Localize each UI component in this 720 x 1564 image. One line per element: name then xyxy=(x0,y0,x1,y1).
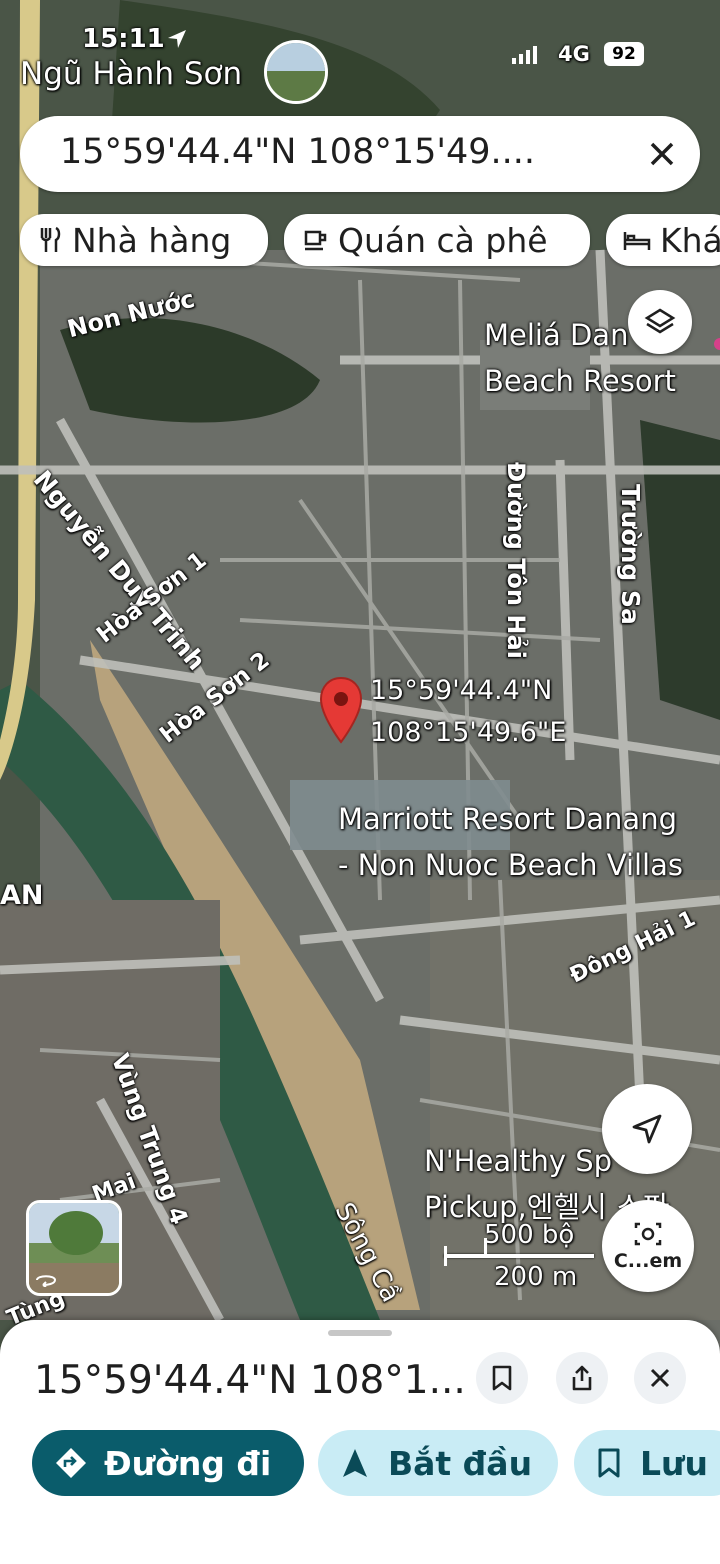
map-label-an: AN xyxy=(0,880,44,911)
avatar-sky xyxy=(267,43,325,71)
coffee-icon xyxy=(304,230,327,251)
pin-coordinates-label: 15°59'44.4"N 108°15'49.6"E xyxy=(370,670,566,754)
share-button[interactable] xyxy=(556,1352,608,1404)
account-avatar[interactable] xyxy=(264,40,328,104)
hotel-icon xyxy=(623,232,651,250)
map-label-marriott: Marriott Resort Danang - Non Nuoc Beach … xyxy=(338,796,683,888)
directions-label: Đường đi xyxy=(104,1443,272,1483)
chip-coffee-label: Quán cà phê xyxy=(338,220,548,260)
scale-metric: 200 m xyxy=(494,1262,578,1292)
map-label-truong-sa: Trường Sa xyxy=(616,484,645,625)
camera-search-button[interactable]: C...em xyxy=(602,1200,694,1292)
chip-coffee[interactable]: Quán cà phê xyxy=(284,214,590,266)
layers-button[interactable] xyxy=(628,290,692,354)
status-bar: 15:11 4G 92 xyxy=(0,0,720,66)
chip-hotel[interactable]: Khá xyxy=(606,214,720,266)
network-type: 4G xyxy=(558,42,590,66)
layers-indicator-dot xyxy=(714,338,720,350)
thumbnail-tree xyxy=(49,1211,103,1255)
share-icon xyxy=(572,1365,592,1391)
navigation-arrow-icon xyxy=(632,1114,662,1144)
search-bar[interactable]: 15°59'44.4"N 108°15'49.... xyxy=(20,116,700,192)
start-label: Bắt đầu xyxy=(388,1443,533,1483)
search-input[interactable]: 15°59'44.4"N 108°15'49.... xyxy=(60,132,535,172)
map-label-duong-ton-hai: Đường Tôn Hải xyxy=(502,462,530,659)
bookmark-icon xyxy=(492,1365,512,1391)
bookmark-icon xyxy=(598,1448,620,1478)
sheet-title: 15°59'44.4"N 108°1... xyxy=(34,1358,466,1403)
place-header-title: Ngũ Hành Sơn xyxy=(20,56,243,92)
scale-imperial: 500 bộ xyxy=(484,1220,575,1250)
save-place-button[interactable] xyxy=(476,1352,528,1404)
camera-search-label: C...em xyxy=(613,1250,683,1272)
chip-hotel-label: Khá xyxy=(660,220,720,260)
marriott-line-2: - Non Nuoc Beach Villas xyxy=(338,848,683,882)
restaurant-icon xyxy=(40,226,61,252)
signal-icon xyxy=(512,46,537,64)
pin-lng: 108°15'49.6"E xyxy=(370,717,567,748)
navigation-start-icon xyxy=(343,1449,367,1477)
avatar-ground xyxy=(267,71,325,101)
map-pin-icon xyxy=(319,676,363,744)
close-sheet-button[interactable] xyxy=(634,1352,686,1404)
directions-button[interactable]: Đường đi xyxy=(32,1430,304,1496)
scale-tick-mid xyxy=(484,1238,487,1256)
drag-handle[interactable] xyxy=(328,1330,392,1336)
street-view-thumbnail[interactable] xyxy=(26,1200,122,1296)
rotate-360-icon xyxy=(36,1275,57,1287)
scale-line xyxy=(444,1254,594,1258)
save-button[interactable]: Lưu xyxy=(574,1430,720,1496)
location-arrow-icon xyxy=(168,30,186,48)
lens-camera-icon xyxy=(634,1222,662,1246)
battery-indicator: 92 xyxy=(604,42,644,66)
chip-restaurant[interactable]: Nhà hàng xyxy=(20,214,268,266)
marriott-line-1: Marriott Resort Danang xyxy=(338,802,677,836)
location-pin[interactable] xyxy=(318,676,364,744)
status-time: 15:11 xyxy=(82,24,165,54)
start-button[interactable]: Bắt đầu xyxy=(318,1430,558,1496)
save-label: Lưu xyxy=(640,1443,709,1483)
my-location-button[interactable] xyxy=(602,1084,692,1174)
close-icon xyxy=(650,1368,670,1388)
close-icon[interactable] xyxy=(648,140,676,168)
pin-lat: 15°59'44.4"N xyxy=(370,675,553,706)
layers-icon xyxy=(644,308,676,334)
scale-bar: 500 bộ 200 m xyxy=(444,1220,604,1292)
scale-tick-left xyxy=(444,1246,447,1266)
chip-restaurant-label: Nhà hàng xyxy=(72,220,232,260)
directions-icon xyxy=(56,1448,86,1478)
melia-line-2: Beach Resort xyxy=(484,364,676,398)
battery-level: 92 xyxy=(612,44,636,64)
